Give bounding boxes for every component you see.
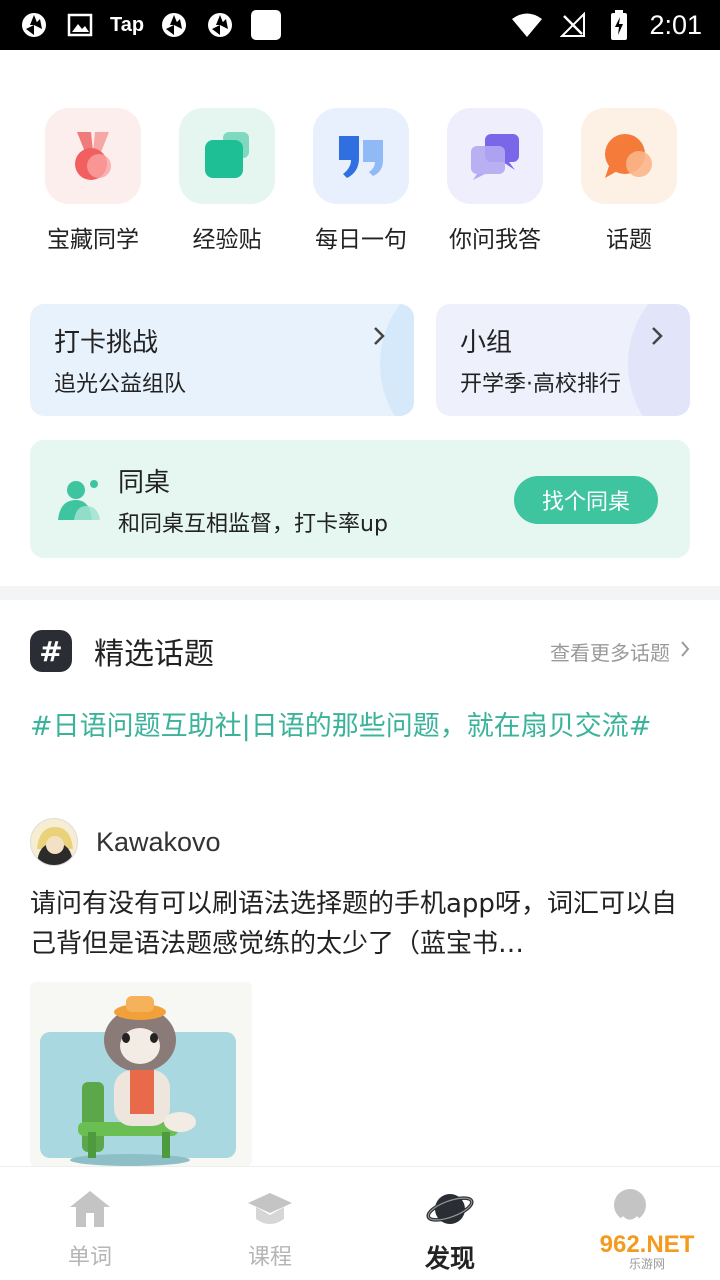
quick-entry-label: 每日一句 [315,227,407,253]
quick-entry-label: 经验贴 [192,227,262,253]
quick-entry-daily-sentence[interactable]: 每日一句 [294,108,428,254]
tab-label: 发现 [424,1244,475,1273]
chevron-right-icon [680,639,690,663]
quick-entry-experience-posts[interactable]: 经验贴 [160,108,294,254]
quick-entry-treasure-classmates[interactable]: 宝藏同学 [26,108,160,254]
people-icon [56,476,102,526]
tab-words[interactable]: 单词 [0,1167,180,1280]
watermark-subtext: 乐游网 [628,1257,665,1271]
house-icon [66,1187,114,1231]
card-subtitle: 追光公益组队 [54,372,187,397]
topic-bubble-icon [581,108,677,204]
card-title: 同桌 [118,468,171,498]
quick-entries: 宝藏同学 经验贴 每日一句 你问我答 话题 [26,108,696,254]
quote-icon [313,108,409,204]
watermark-text: 962.NET [599,1231,695,1258]
checkin-challenge-card[interactable]: 打卡挑战 追光公益组队 [30,304,414,416]
post-image[interactable] [30,982,252,1166]
quick-entry-topics[interactable]: 话题 [562,108,696,254]
no-signal-icon [557,9,589,41]
quick-entry-label: 话题 [606,227,652,253]
more-topics-label: 查看更多话题 [550,640,670,665]
carrier-text: Tap [110,13,145,36]
clock-time: 2:01 [649,9,702,40]
featured-topics-header: # 精选话题 查看更多话题 [30,628,690,674]
chat-bubbles-icon [447,108,543,204]
group-card[interactable]: 小组 开学季·高校排行 [436,304,690,416]
gallery-icon [64,9,96,41]
battery-charging-icon [603,9,635,41]
profile-icon [606,1187,654,1231]
hashtag-icon: # [30,630,72,672]
tab-discover[interactable]: 发现 [360,1167,540,1280]
topic-tag-link[interactable]: #日语问题互助社|日语的那些问题，就在扇贝交流# [30,706,680,748]
card-title: 打卡挑战 [54,328,159,358]
quick-entry-label: 你问我答 [449,227,541,253]
post-author[interactable]: Kawakovo [30,818,221,866]
aperture-icon [18,9,50,41]
notes-icon [179,108,275,204]
graduation-cap-icon [246,1187,294,1231]
chevron-right-icon [650,324,664,354]
tab-label: 单词 [67,1245,112,1270]
deskmate-card[interactable]: 同桌 和同桌互相监督，打卡率up 找个同桌 [30,440,690,558]
more-topics-link[interactable]: 查看更多话题 [550,637,690,666]
decorative-shape [628,304,690,416]
post-text[interactable]: 请问有没有可以刷语法选择题的手机app呀，词汇可以自己背但是语法题感觉练的太少了… [30,884,680,964]
author-name: Kawakovo [96,826,221,857]
site-watermark: 962.NET 乐游网 [582,1230,712,1274]
blank-notification-icon [250,9,282,41]
aperture-icon [158,9,190,41]
card-title: 小组 [460,328,513,358]
avatar [30,818,78,866]
planet-icon [426,1187,474,1231]
decorative-shape [380,304,414,416]
section-title: 精选话题 [94,637,214,672]
chevron-right-icon [372,324,386,354]
find-deskmate-button[interactable]: 找个同桌 [514,476,658,524]
quick-entry-label: 宝藏同学 [47,227,139,253]
medal-icon [45,108,141,204]
section-divider [0,586,720,600]
quick-entry-qa[interactable]: 你问我答 [428,108,562,254]
status-bar: Tap 2:01 [0,0,720,50]
tab-label: 课程 [247,1245,292,1270]
tab-courses[interactable]: 课程 [180,1167,360,1280]
aperture-icon [204,9,236,41]
wifi-icon [511,9,543,41]
card-subtitle: 开学季·高校排行 [460,372,621,397]
card-subtitle: 和同桌互相监督，打卡率up [118,512,388,537]
